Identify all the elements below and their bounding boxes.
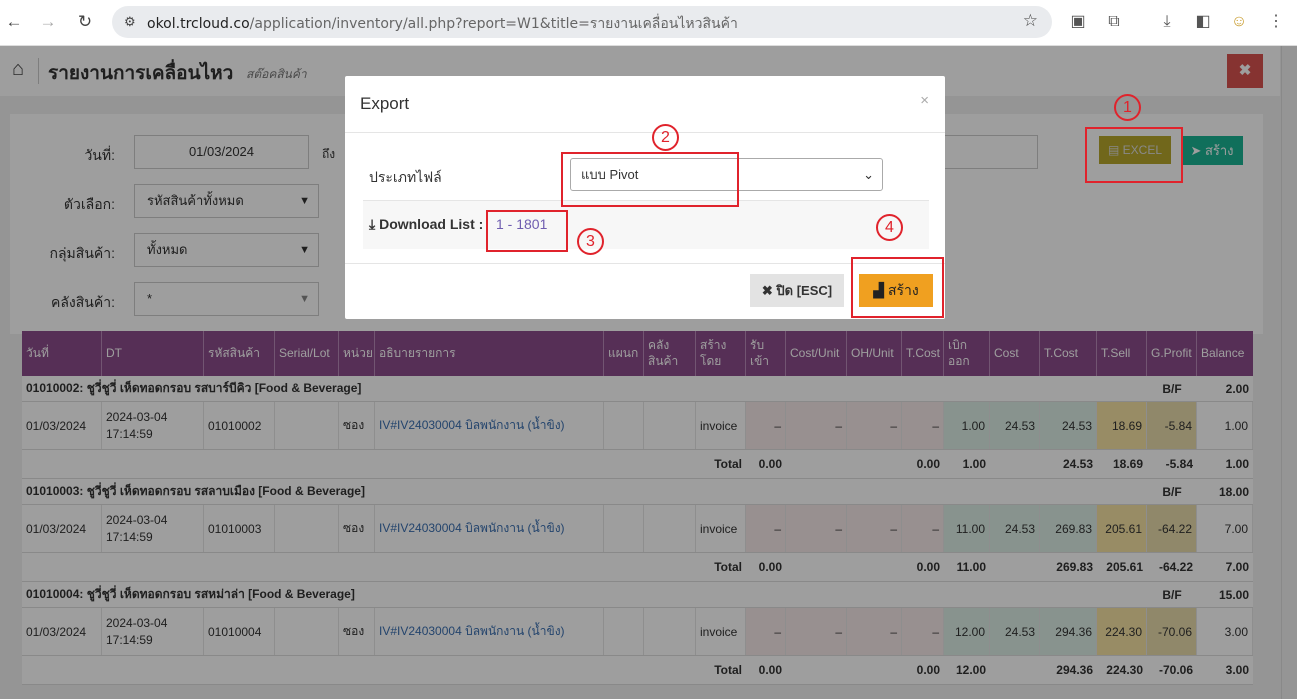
annotation-step-4: 4: [876, 214, 903, 241]
file-type-label: ประเภทไฟล์: [369, 169, 442, 185]
forward-icon[interactable]: →: [37, 11, 59, 33]
reload-icon[interactable]: ↻: [74, 11, 96, 33]
modal-divider: [345, 132, 945, 133]
url-path: /application/inventory/all.php?report=W1…: [249, 16, 738, 32]
modal-close-label: ปิด [ESC]: [776, 283, 833, 298]
url-host: okol.trcloud.co: [147, 16, 250, 32]
download-icon[interactable]: ⤓: [1156, 11, 1178, 33]
download-row: ⤓ Download List : 1 - 1801: [363, 201, 929, 248]
menu-dots-icon[interactable]: ⋮: [1265, 11, 1287, 33]
browser-toolbar: ← → ↻ ⚙ okol.trcloud.co/application/inve…: [0, 0, 1297, 46]
site-info-icon[interactable]: ⚙: [124, 14, 136, 30]
extension-icon[interactable]: ▣: [1067, 11, 1089, 33]
annotation-box-range: [486, 210, 568, 252]
back-icon[interactable]: ←: [3, 11, 25, 33]
download-label-text: Download List :: [379, 216, 484, 232]
chevron-down-icon: ⌄: [863, 167, 874, 182]
modal-close-button[interactable]: ✖ ปิด [ESC]: [750, 274, 844, 307]
annotation-box-excel: [1085, 127, 1183, 183]
bookmark-star-icon[interactable]: ☆: [1023, 11, 1038, 31]
annotation-step-1: 1: [1114, 94, 1141, 121]
annotation-step-2: 2: [652, 124, 679, 151]
annotation-box-filetype: [561, 152, 739, 207]
modal-close-icon[interactable]: ×: [920, 92, 929, 109]
download-list-label: ⤓ Download List :: [369, 216, 483, 233]
download-icon: ⤓: [369, 216, 380, 232]
sidepanel-icon[interactable]: ◧: [1192, 11, 1214, 33]
puzzle-icon[interactable]: ⧉: [1103, 11, 1125, 33]
close-icon: ✖: [761, 283, 777, 298]
modal-title: Export: [360, 94, 410, 113]
annotation-step-3: 3: [577, 228, 604, 255]
address-bar[interactable]: ⚙ okol.trcloud.co/application/inventory/…: [112, 6, 1052, 38]
profile-avatar-icon[interactable]: ☺: [1228, 11, 1250, 33]
annotation-box-create: [851, 257, 944, 318]
